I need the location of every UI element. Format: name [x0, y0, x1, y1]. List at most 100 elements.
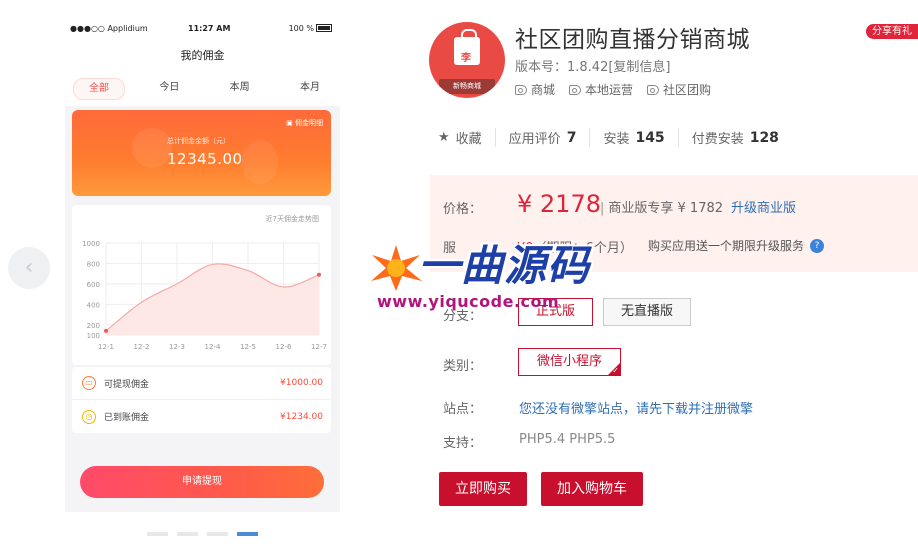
app-stats: ★ 收藏 应用评价 7 安装 145 付费安装 128 — [438, 128, 792, 147]
rating-stat[interactable]: 应用评价 7 — [494, 128, 590, 147]
watermark-title: 一曲源码 — [418, 241, 591, 290]
tag-local-ops[interactable]: 本地运营 — [569, 81, 633, 98]
register-site-link[interactable]: 您还没有微擎站点，请先下载并注册微擎 — [519, 398, 753, 417]
rating-count: 7 — [566, 129, 577, 146]
carousel-dot[interactable] — [177, 532, 198, 536]
install-count: 145 — [635, 129, 665, 146]
chart-ytick-label: 400 — [87, 301, 100, 309]
commission-trend-chart: 近7天佣金走势图 100 200 400 600 800 1000 12-1 12-2 12-3 1… — [72, 205, 331, 365]
commercial-price: | 商业版专享 ¥ 1782 — [600, 201, 724, 216]
watermark-star-icon — [371, 245, 422, 291]
app-tags: 商城 本地运营 社区团购 — [515, 81, 711, 98]
tab-month[interactable]: 本月 — [284, 78, 336, 100]
category-label: 类别： — [443, 359, 483, 374]
clock-icon: ◷ — [82, 409, 96, 424]
chart-point — [104, 328, 108, 333]
price-value: ¥ 2178 — [517, 190, 601, 218]
battery-indicator: 100 % — [289, 24, 332, 33]
trend-chart-svg: 近7天佣金走势图 100 200 400 600 800 1000 12-1 12-2 12-3 1… — [82, 214, 327, 351]
app-title: 社区团购直播分销商城 — [515, 27, 750, 53]
tag-community-group[interactable]: 社区团购 — [647, 81, 711, 98]
phone-page-title: 我的佣金 — [180, 49, 225, 62]
commercial-price-text: 商业版专享 ¥ 1782 — [608, 201, 724, 216]
chart-xtick-label: 12-5 — [240, 343, 256, 351]
chart-point — [317, 272, 321, 277]
chart-xtick-label: 12-1 — [98, 343, 114, 351]
carousel-indicators — [147, 532, 258, 536]
carousel-dot[interactable] — [147, 532, 168, 536]
category-option-miniprogram[interactable]: 微信小程序 ✓ — [518, 348, 621, 376]
branch-option-no-live[interactable]: 无直播版 — [603, 298, 691, 326]
chart-xtick-label: 12-4 — [205, 343, 221, 351]
status-bar: ●●●○○ Applidium 11:27 AM 100 % — [70, 24, 332, 38]
carousel-dot[interactable] — [207, 532, 228, 536]
battery-percent: 100 % — [288, 24, 314, 33]
withdrawable-amount: ¥1000.00 — [280, 378, 323, 388]
phone-tabs: 全部 今日 本周 本月 — [73, 78, 336, 100]
app-logo: 李 新畅商城 — [429, 22, 505, 98]
commission-list: ▭ 可提现佣金 ¥1000.00 ◷ 已到账佣金 ¥1234.00 — [72, 367, 331, 433]
clock-text: 11:27 AM — [188, 24, 231, 33]
favorite-label: 收藏 — [455, 132, 482, 147]
tab-all[interactable]: 全部 — [73, 78, 125, 100]
version-info[interactable]: 版本号：1.8.42[复制信息] — [515, 56, 671, 75]
battery-icon — [316, 24, 332, 32]
received-amount: ¥1234.00 — [280, 411, 323, 422]
install-stat: 安装 145 — [589, 128, 677, 147]
total-commission-label: 总计佣金金额（元） — [167, 137, 230, 145]
star-icon: ★ — [438, 130, 450, 145]
favorite-button[interactable]: ★ 收藏 — [438, 128, 495, 147]
chart-ytick-label: 200 — [87, 322, 100, 330]
carousel-prev-button[interactable]: ‹ — [8, 247, 50, 289]
tag-label: 本地运营 — [585, 83, 634, 97]
site-label: 站点： — [443, 402, 483, 417]
logo-char: 李 — [461, 53, 471, 64]
total-commission-value: 12345.00 — [167, 150, 243, 168]
buy-now-button[interactable]: 立即购买 — [439, 472, 527, 506]
tag-label: 社区团购 — [663, 83, 712, 97]
service-bonus-text: 购买应用送一个期限升级服务 — [648, 239, 805, 253]
check-icon: ✓ — [612, 366, 619, 375]
carrier-text: ●●●○○ Applidium — [70, 24, 148, 33]
chart-xtick-label: 12-7 — [311, 343, 327, 351]
received-label: 已到账佣金 — [104, 413, 150, 423]
upgrade-commercial-link[interactable]: 升级商业版 — [731, 197, 796, 216]
phone-screenshot: ●●●○○ Applidium 11:27 AM 100 % 我的佣金 全部 今… — [65, 14, 340, 512]
tag-icon — [515, 84, 527, 95]
tab-week[interactable]: 本周 — [214, 78, 266, 100]
commission-detail-label: 佣金明细 — [295, 119, 323, 127]
rating-label: 应用评价 — [508, 132, 561, 147]
chart-xtick-label: 12-6 — [276, 343, 292, 351]
install-label: 安装 — [603, 132, 630, 147]
chart-xtick-label: 12-2 — [134, 343, 150, 351]
wallet-icon: ▭ — [82, 376, 96, 390]
add-to-cart-button[interactable]: 加入购物车 — [541, 472, 643, 506]
chart-ytick-label: 800 — [87, 260, 100, 268]
tab-today[interactable]: 今日 — [143, 78, 195, 100]
chart-xtick-label: 12-3 — [169, 343, 185, 351]
share-reward-badge[interactable]: 分享有礼 — [866, 24, 918, 39]
watermark-url: www.yiqucode.com — [377, 292, 560, 311]
tag-mall[interactable]: 商城 — [515, 81, 555, 98]
paid-install-count: 128 — [749, 129, 779, 146]
tag-label: 商城 — [531, 83, 556, 97]
withdrawable-commission-row[interactable]: ▭ 可提现佣金 ¥1000.00 — [72, 367, 331, 400]
received-commission-row[interactable]: ◷ 已到账佣金 ¥1234.00 — [72, 400, 331, 433]
help-icon[interactable]: ? — [810, 239, 824, 253]
chart-title: 近7天佣金走势图 — [266, 214, 319, 223]
withdrawable-label: 可提现佣金 — [104, 379, 150, 390]
chart-ytick-label: 100 — [87, 332, 100, 340]
carousel-dot-active[interactable] — [237, 532, 258, 536]
support-values: PHP5.4 PHP5.5 — [519, 432, 616, 447]
price-label: 价格： — [443, 202, 483, 217]
support-label: 支持： — [443, 436, 483, 451]
apply-withdraw-button[interactable]: 申请提现 — [80, 466, 324, 498]
tag-icon — [569, 84, 582, 95]
commission-detail-link[interactable]: ▣ 佣金明细 — [286, 118, 323, 128]
tag-icon — [647, 84, 660, 95]
logo-text: 新畅商城 — [439, 79, 495, 94]
category-option-label: 微信小程序 — [536, 354, 602, 369]
commission-summary-card: ▣ 佣金明细 总计佣金金额（元） 12345.00 — [72, 110, 331, 196]
paid-install-label: 付费安装 — [691, 132, 744, 147]
chart-ytick-label: 600 — [87, 281, 100, 289]
